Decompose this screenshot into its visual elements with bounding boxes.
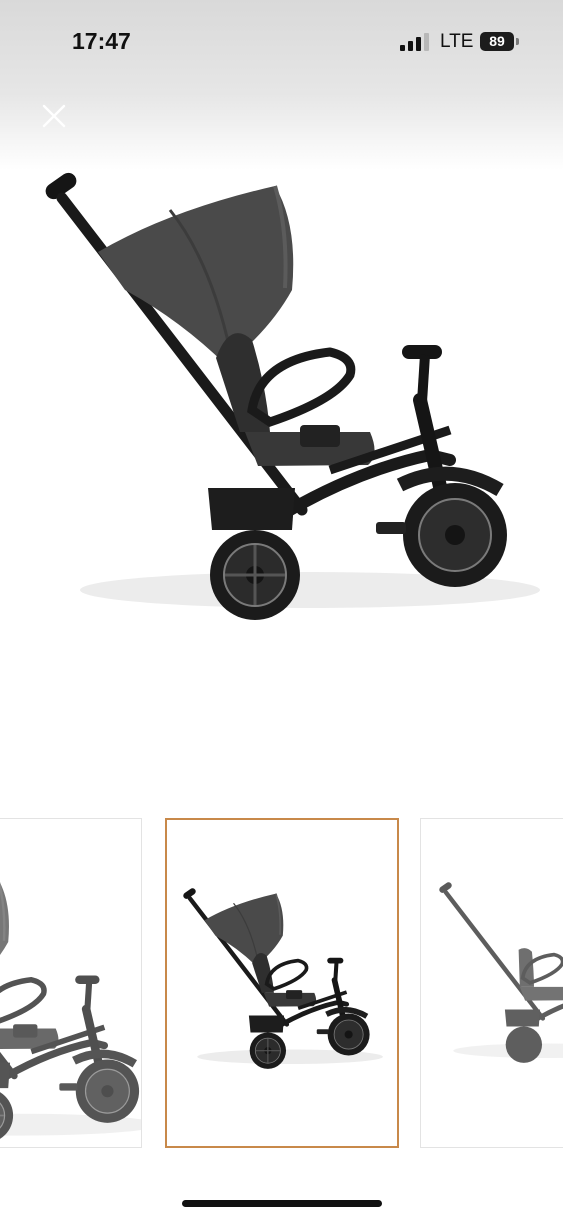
carrier-label: LTE (440, 31, 474, 52)
status-bar: 17:47 LTE 89 (0, 0, 563, 84)
signal-bars-icon (400, 33, 429, 51)
thumbnail-3[interactable] (420, 818, 563, 1148)
thumbnail-2-selected[interactable] (165, 818, 399, 1148)
battery-tip (516, 38, 519, 45)
thumbnail-1[interactable] (0, 818, 142, 1148)
close-icon (42, 104, 66, 128)
status-time: 17:47 (72, 28, 131, 54)
home-indicator[interactable] (182, 1200, 382, 1207)
thumbnail-image (433, 879, 563, 1069)
battery-icon: 89 (480, 32, 514, 51)
main-product-image[interactable] (30, 170, 550, 630)
thumbnail-image (177, 885, 387, 1075)
thumbnail-image (0, 869, 142, 1148)
close-button[interactable] (38, 100, 70, 132)
